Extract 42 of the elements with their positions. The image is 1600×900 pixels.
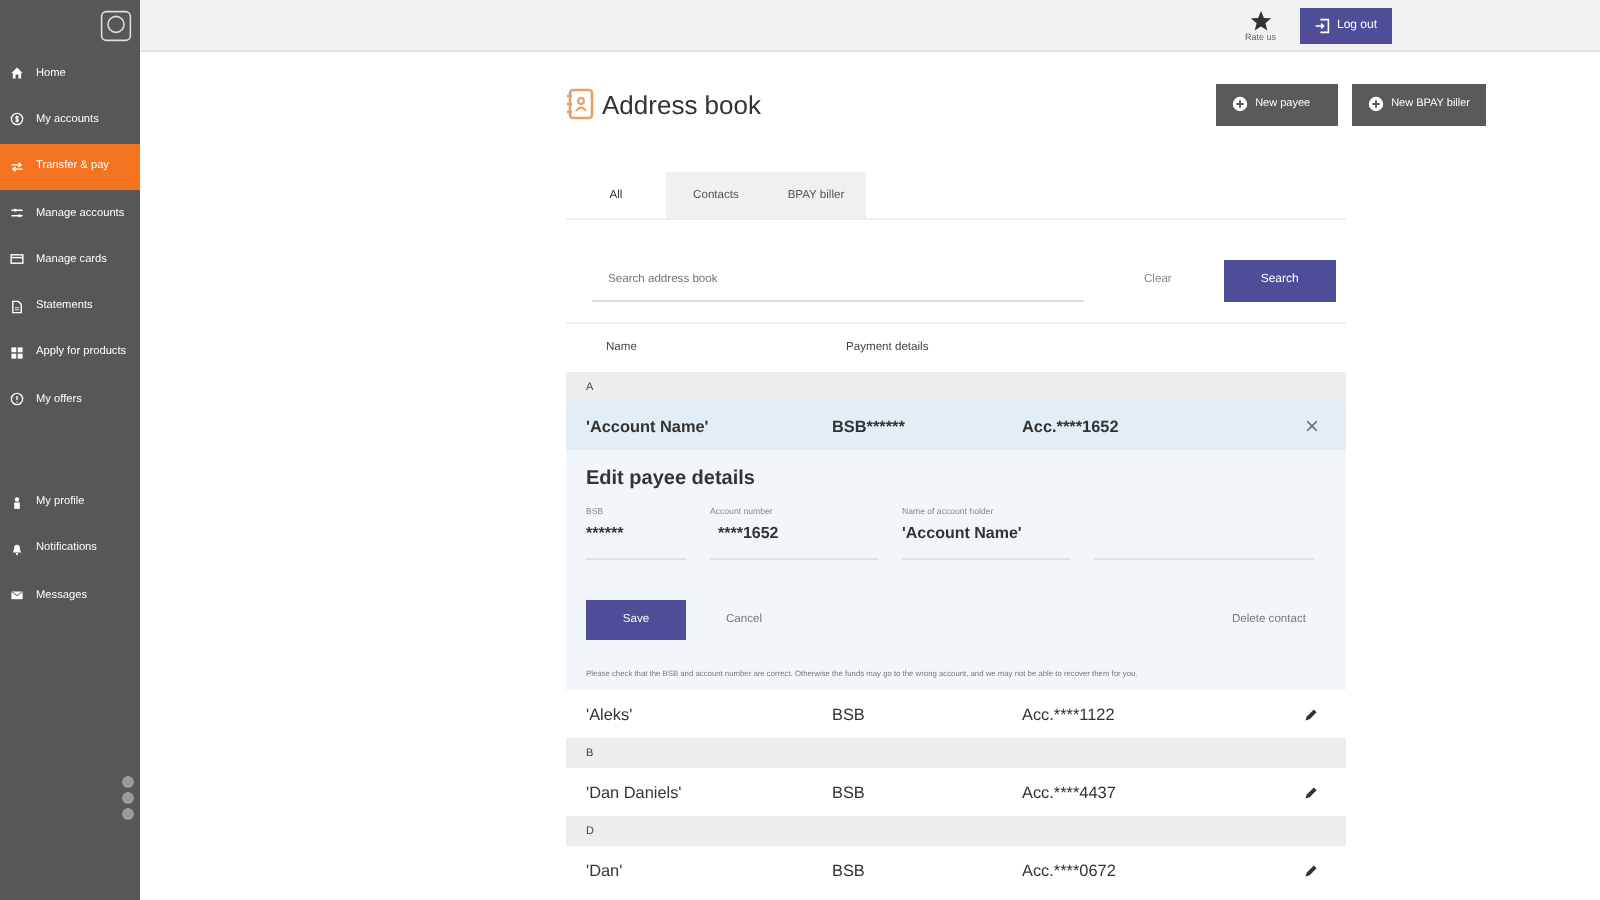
payee-name: 'Dan Daniels'	[586, 783, 684, 801]
account-text: Acc.****0672	[1022, 861, 1118, 879]
page-title: Address book	[602, 89, 761, 119]
bsb-text: BSB	[832, 783, 867, 801]
account-text: Acc.****1652	[1022, 417, 1121, 435]
plus-circle-icon	[1367, 96, 1384, 112]
bell-icon	[10, 541, 24, 556]
payee-row[interactable]: 'Aleks' BSB Acc.****1122	[566, 690, 1346, 738]
bsb-text: BSB	[832, 705, 867, 723]
bsb-text: BSB******	[832, 417, 907, 435]
address-book-icon	[566, 88, 594, 120]
payee-row[interactable]: 'Dan Daniels' BSB Acc.****4437	[566, 768, 1346, 816]
person-icon	[10, 495, 24, 510]
bank-logo	[100, 9, 132, 41]
close-icon[interactable]	[1306, 420, 1318, 432]
pencil-icon[interactable]	[1304, 863, 1318, 877]
star-icon	[1249, 9, 1272, 31]
info-icon	[10, 392, 24, 407]
logout-icon	[1314, 17, 1331, 33]
bsb-text: BSB	[832, 861, 867, 879]
circle-icon[interactable]	[122, 808, 134, 820]
sliders-icon	[10, 206, 24, 221]
account-text: Acc.****1122	[1022, 705, 1117, 723]
mail-icon	[10, 588, 24, 603]
payee-name: 'Aleks'	[586, 705, 635, 723]
dollar-icon	[10, 112, 24, 127]
edit-title: Edit payee details	[586, 468, 757, 490]
document-icon	[10, 299, 24, 314]
plus-circle-icon	[1231, 96, 1248, 112]
pencil-icon[interactable]	[1304, 707, 1318, 721]
payee-name: 'Dan'	[586, 861, 625, 879]
home-icon	[10, 66, 24, 81]
pencil-icon[interactable]	[1304, 785, 1318, 799]
payee-row[interactable]: 'Dan' BSB Acc.****0672	[566, 846, 1346, 894]
circle-icon[interactable]	[122, 776, 134, 788]
payee-row[interactable]: 'Account Name' BSB****** Acc.****1652	[566, 402, 1346, 450]
circle-icon[interactable]	[122, 792, 134, 804]
transfer-icon	[10, 159, 24, 174]
card-icon	[10, 252, 24, 267]
account-text: Acc.****4437	[1022, 783, 1118, 801]
grid-icon	[10, 345, 24, 360]
payee-name: 'Account Name'	[586, 417, 711, 435]
